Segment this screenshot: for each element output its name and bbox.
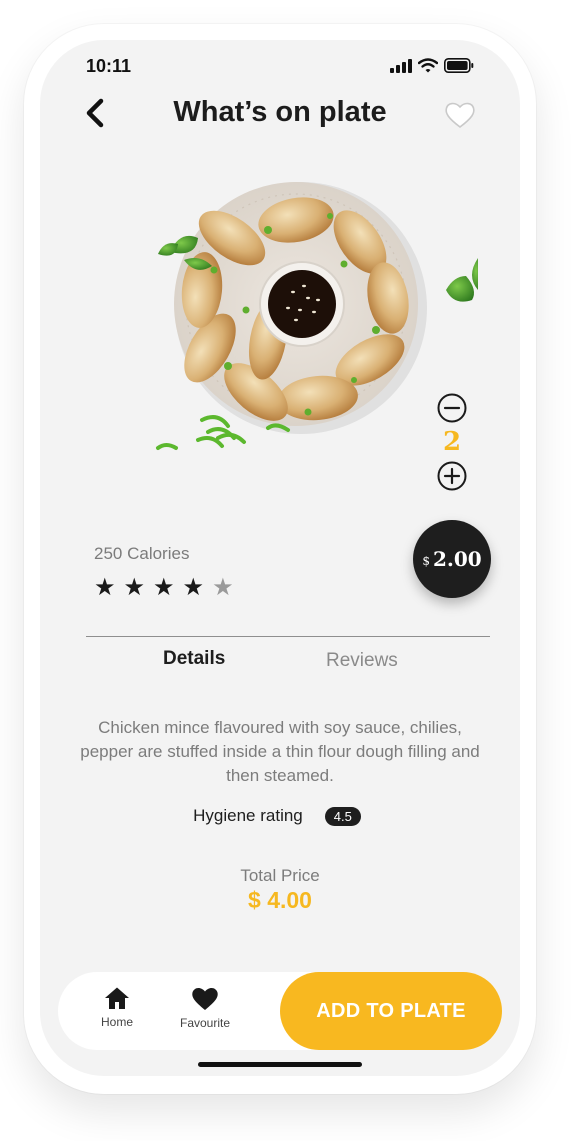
star-icon: ★ bbox=[212, 574, 234, 601]
nav-home[interactable]: Home bbox=[92, 986, 142, 1029]
wifi-icon bbox=[418, 58, 438, 73]
battery-icon bbox=[444, 58, 474, 73]
app-screen: 10:11 What’s on plate 2 250 Calories ★ ★… bbox=[40, 40, 520, 1076]
quantity-value: 2 bbox=[442, 427, 462, 457]
home-indicator bbox=[198, 1062, 362, 1067]
quantity-stepper: 2 bbox=[434, 392, 470, 492]
plus-circle-icon[interactable] bbox=[436, 460, 468, 492]
status-time: 10:11 bbox=[86, 56, 132, 76]
product-description: Chicken mince flavoured with soy sauce, … bbox=[80, 718, 480, 785]
nav-favourite[interactable]: Favourite bbox=[170, 986, 240, 1030]
price-currency: $ bbox=[422, 554, 430, 568]
star-icon: ★ bbox=[182, 574, 205, 601]
calories-label: 250 Calories bbox=[94, 544, 190, 563]
star-icon: ★ bbox=[153, 574, 175, 601]
rating-stars: ★ ★ ★ ★ ★ bbox=[94, 576, 234, 600]
total-price-value: $ 4.00 bbox=[248, 887, 312, 913]
signal-icon bbox=[390, 58, 412, 73]
add-to-plate-button[interactable]: ADD TO PLATE bbox=[280, 972, 502, 1050]
home-icon bbox=[105, 987, 129, 1009]
status-icons bbox=[390, 58, 474, 73]
hygiene-rating-row: Hygiene rating 4.5 bbox=[40, 806, 520, 826]
nav-home-label: Home bbox=[100, 1015, 133, 1029]
dish-image bbox=[156, 182, 478, 450]
total-price-label: Total Price bbox=[240, 866, 320, 885]
hygiene-label: Hygiene rating bbox=[193, 806, 303, 825]
minus-circle-icon[interactable] bbox=[436, 392, 468, 424]
price-badge: $ 2.00 bbox=[413, 520, 491, 598]
hygiene-badge: 4.5 bbox=[324, 806, 361, 826]
section-divider bbox=[86, 636, 490, 637]
heart-outline-icon[interactable] bbox=[444, 100, 476, 130]
tab-details[interactable]: Details bbox=[163, 648, 225, 670]
tab-reviews[interactable]: Reviews bbox=[326, 650, 398, 672]
nav-favourite-label: Favourite bbox=[179, 1016, 231, 1030]
bottom-nav-bar: Home Favourite ADD TO PLATE bbox=[58, 972, 502, 1050]
price-amount: 2.00 bbox=[432, 547, 482, 571]
heart-filled-icon bbox=[192, 988, 218, 1010]
star-icon: ★ bbox=[94, 574, 116, 601]
star-icon: ★ bbox=[123, 574, 146, 601]
